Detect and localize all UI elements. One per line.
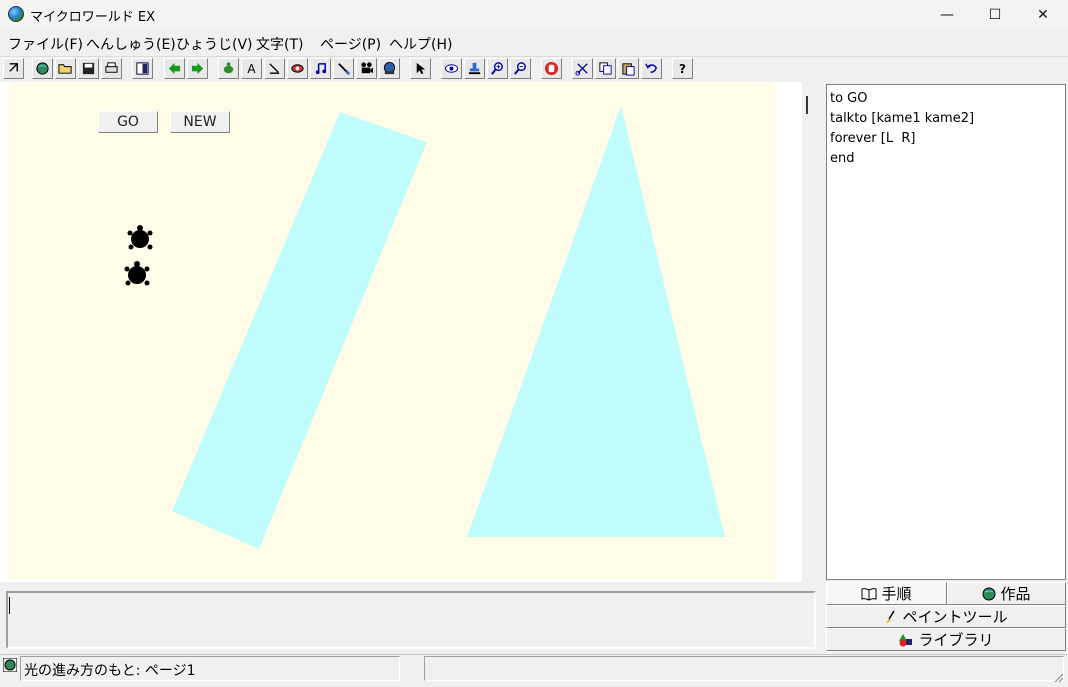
menu-file[interactable]: ファイル(F) xyxy=(8,34,83,54)
minimize-button[interactable]: — xyxy=(924,0,970,30)
turtle-kame2[interactable] xyxy=(124,261,150,286)
toolbar xyxy=(0,56,1068,83)
tab-library-label: ライブラリ xyxy=(918,631,994,649)
back-arrow-icon[interactable] xyxy=(164,58,185,79)
movie-camera-icon[interactable] xyxy=(356,58,377,79)
resize-grip[interactable] xyxy=(1052,668,1064,683)
turtle-icon[interactable] xyxy=(218,58,239,79)
arrow-icon[interactable] xyxy=(3,58,24,79)
paste-icon[interactable] xyxy=(618,58,639,79)
save-icon[interactable] xyxy=(78,58,99,79)
close-button[interactable]: ✕ xyxy=(1020,0,1066,30)
procedures-editor[interactable]: to GO talkto [kame1 kame2] forever [L R]… xyxy=(826,84,1066,580)
menu-page[interactable]: ページ(P) xyxy=(320,34,381,54)
title-bar xyxy=(0,0,1068,30)
text-box-icon[interactable]: A xyxy=(241,58,262,79)
status-text: 光の進み方のもと: ページ1 xyxy=(24,663,196,679)
tab-procedures[interactable]: 手順 xyxy=(826,582,947,605)
maximize-button[interactable]: ☐ xyxy=(972,0,1018,30)
undo-icon[interactable] xyxy=(641,58,662,79)
zoom-out-icon[interactable] xyxy=(510,58,531,79)
tab-project-label: 作品 xyxy=(1000,585,1031,603)
turtle-kame1[interactable] xyxy=(127,225,153,250)
pointer-icon[interactable] xyxy=(410,58,431,79)
print-icon[interactable] xyxy=(101,58,122,79)
page-layout-icon[interactable] xyxy=(132,58,153,79)
stamp-icon[interactable] xyxy=(464,58,485,79)
cyan-triangle-shape xyxy=(467,106,725,537)
tab-project[interactable]: 作品 xyxy=(947,582,1066,605)
go-button[interactable]: GO xyxy=(98,111,158,133)
cyan-rectangle-shape xyxy=(172,112,427,549)
stop-hand-icon[interactable] xyxy=(541,58,562,79)
menu-edit[interactable]: へんしゅう(E) xyxy=(86,34,176,54)
tab-paint-tools[interactable]: ペイントツール xyxy=(826,605,1066,628)
open-folder-icon[interactable] xyxy=(55,58,76,79)
canvas-drawing xyxy=(124,106,725,549)
scissors-icon[interactable] xyxy=(572,58,593,79)
status-pane-secondary xyxy=(424,656,1064,681)
menu-text[interactable]: 文字(T) xyxy=(256,34,303,54)
globe-record-icon[interactable] xyxy=(379,58,400,79)
zoom-in-icon[interactable] xyxy=(487,58,508,79)
code-line: talkto [kame1 kame2] xyxy=(830,111,975,126)
music-note-icon[interactable] xyxy=(310,58,331,79)
copy-icon[interactable] xyxy=(595,58,616,79)
globe-icon xyxy=(982,587,996,600)
code-line: forever [L R] xyxy=(830,131,916,146)
app-globe-icon xyxy=(8,6,24,22)
menu-help[interactable]: ヘルプ(H) xyxy=(389,34,452,54)
page-canvas[interactable] xyxy=(9,82,776,579)
help-icon[interactable]: ? xyxy=(672,58,693,79)
window-title: マイクロワールド EX xyxy=(30,10,155,25)
paint-brush-icon[interactable] xyxy=(333,58,354,79)
menu-view[interactable]: ひょうじ(V) xyxy=(176,34,253,54)
eye-pill-icon[interactable] xyxy=(287,58,308,79)
pen-icon[interactable] xyxy=(264,58,285,79)
forward-arrow-icon[interactable] xyxy=(187,58,208,79)
tab-paint-tools-label: ペイントツール xyxy=(902,608,1008,626)
tab-procedures-label: 手順 xyxy=(881,585,912,603)
shapes-icon xyxy=(899,633,913,646)
code-line: to GO xyxy=(830,91,868,106)
tab-library[interactable]: ライブラリ xyxy=(826,628,1066,651)
paint-brush-icon xyxy=(886,610,896,623)
new-button[interactable]: NEW xyxy=(170,111,230,133)
canvas-scroll-marker[interactable] xyxy=(806,96,808,114)
command-center-input[interactable] xyxy=(8,594,814,646)
book-icon xyxy=(861,587,877,601)
code-line: end xyxy=(830,151,855,166)
status-globe-icon xyxy=(2,657,18,673)
eye-icon[interactable] xyxy=(441,58,462,79)
globe-icon[interactable] xyxy=(32,58,53,79)
text-caret xyxy=(9,597,10,614)
